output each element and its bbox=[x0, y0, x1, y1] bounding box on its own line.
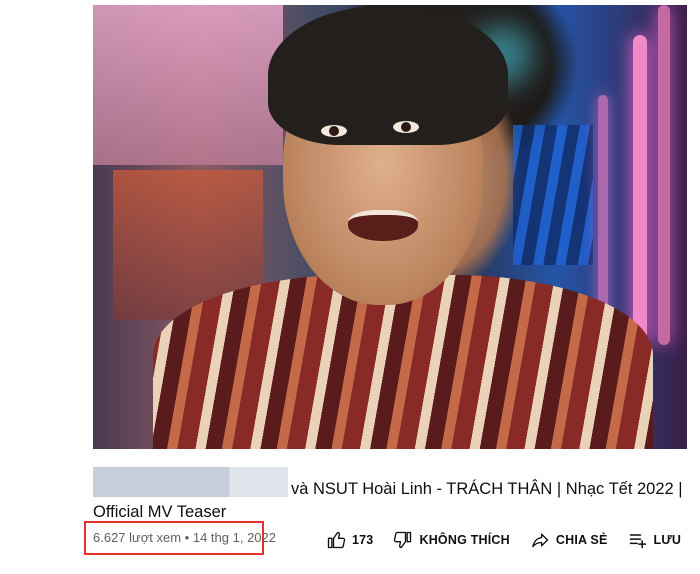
video-person-mouth bbox=[348, 210, 418, 241]
video-player[interactable] bbox=[93, 5, 687, 449]
share-button[interactable]: CHIA SẺ bbox=[530, 530, 608, 550]
share-label: CHIA SẺ bbox=[555, 533, 608, 547]
neon-light bbox=[633, 35, 647, 345]
thumbs-up-icon bbox=[327, 531, 346, 549]
view-count: 6.627 lượt xem bbox=[93, 530, 182, 545]
video-person-eye bbox=[321, 125, 347, 137]
action-bar: 173 KHÔNG THÍCH CHIA SẺ LƯU ... bbox=[326, 526, 700, 554]
neon-light bbox=[598, 95, 608, 335]
video-meta: 6.627 lượt xem • 14 thg 1, 2022 bbox=[93, 530, 276, 545]
like-count: 173 bbox=[352, 533, 374, 547]
video-bg-decor bbox=[93, 5, 283, 165]
like-button[interactable]: 173 bbox=[326, 530, 373, 550]
save-label: LƯU bbox=[653, 533, 682, 547]
video-person-hair bbox=[268, 5, 508, 145]
neon-light bbox=[658, 5, 670, 345]
upload-date: 14 thg 1, 2022 bbox=[192, 530, 276, 545]
playlist-add-icon bbox=[629, 534, 646, 549]
thumbs-down-icon bbox=[394, 531, 412, 549]
dislike-label: KHÔNG THÍCH bbox=[419, 533, 510, 547]
dislike-button[interactable]: KHÔNG THÍCH bbox=[393, 530, 510, 550]
meta-separator: • bbox=[184, 530, 190, 545]
video-bg-light bbox=[513, 125, 593, 265]
video-person-eye bbox=[393, 121, 419, 133]
save-button[interactable]: LƯU bbox=[628, 530, 682, 550]
share-icon bbox=[532, 533, 549, 548]
video-title: và NSUT Hoài Linh - TRÁCH THÂN | Nhạc Tế… bbox=[93, 480, 683, 521]
